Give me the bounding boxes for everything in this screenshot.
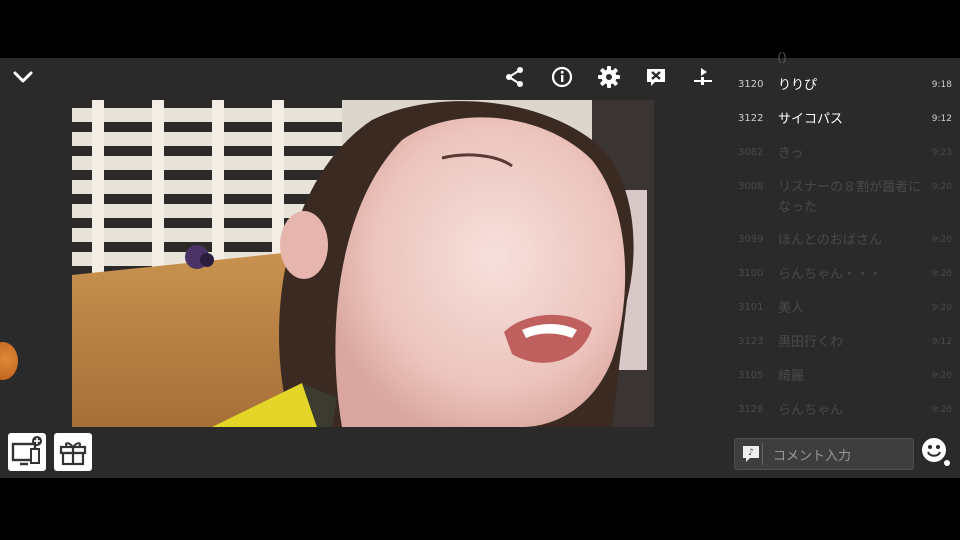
share-button[interactable] bbox=[500, 62, 530, 92]
comment-row: 3100 らんちゃん・・・ 9:20 bbox=[730, 265, 952, 285]
playback-control-button[interactable] bbox=[688, 62, 718, 92]
comment-time: 9:23 bbox=[931, 148, 952, 158]
comment-text: ほんとのおばさん bbox=[778, 233, 882, 248]
comment-row: 3120 りりぴ 9:18 bbox=[730, 76, 952, 96]
comment-row: 3101 美人 9:20 bbox=[730, 299, 952, 319]
comment-time: 9:20 bbox=[931, 182, 952, 192]
screen-add-icon bbox=[11, 436, 42, 466]
play-slider-icon bbox=[694, 68, 712, 85]
letterbox-bottom bbox=[0, 478, 960, 540]
comment-bubble-icon: ♪ bbox=[740, 443, 763, 465]
hide-comments-button[interactable] bbox=[641, 62, 671, 92]
comment-time: 9:20 bbox=[931, 235, 952, 245]
comment-number: 3082 bbox=[738, 147, 764, 158]
comment-text: らんちゃん・・・ bbox=[778, 267, 883, 282]
comment-time: 9:20 bbox=[931, 371, 952, 381]
info-button[interactable] bbox=[547, 62, 577, 92]
letterbox-top bbox=[0, 0, 960, 58]
video-image bbox=[72, 100, 654, 427]
comment-text: 美人 bbox=[778, 301, 805, 316]
comment-number: 3123 bbox=[738, 336, 764, 347]
comment-text: 黒田行くわ bbox=[778, 335, 844, 350]
comment-text: サイコパス bbox=[778, 112, 844, 127]
comment-row: 3128 らんちゃん 9:20 bbox=[730, 401, 952, 421]
info-icon bbox=[551, 66, 573, 88]
comment-number: 3128 bbox=[738, 404, 764, 415]
comment-number: 3100 bbox=[738, 268, 764, 279]
comment-input-placeholder: コメント入力 bbox=[773, 449, 852, 464]
comment-text: リスナーの８割が醤者になった bbox=[778, 180, 922, 215]
chevron-down-icon bbox=[13, 71, 33, 83]
comment-row: 3082 きっ 9:23 bbox=[730, 144, 952, 164]
comment-time: 9:20 bbox=[931, 405, 952, 415]
comment-text: 綺麗 bbox=[778, 369, 805, 384]
settings-button[interactable] bbox=[594, 62, 624, 92]
player-toolbar bbox=[500, 62, 720, 92]
video-frame[interactable] bbox=[72, 100, 654, 427]
emoji-button[interactable] bbox=[920, 436, 950, 468]
svg-text:♪: ♪ bbox=[748, 448, 754, 458]
comment-list[interactable]: 3120 りりぴ 9:18 3122 サイコパス 9:12 3082 きっ 9:… bbox=[730, 58, 960, 428]
gear-icon bbox=[598, 66, 620, 88]
comment-number: 3099 bbox=[738, 234, 764, 245]
comment-row: 3122 サイコパス 9:12 bbox=[730, 110, 952, 130]
comment-text: りりぴ bbox=[778, 78, 818, 93]
comment-number: 3120 bbox=[738, 79, 764, 90]
comment-time: 9:18 bbox=[931, 80, 952, 90]
comment-number: 3105 bbox=[738, 370, 764, 381]
comment-number: 3101 bbox=[738, 302, 764, 313]
collapse-button[interactable] bbox=[10, 64, 36, 90]
floating-orb[interactable] bbox=[0, 342, 18, 380]
comment-row: 3105 綺麗 9:20 bbox=[730, 367, 952, 387]
comment-input[interactable]: ♪ コメント入力 bbox=[734, 438, 914, 470]
comment-number: 3122 bbox=[738, 113, 764, 124]
comment-row: 3008 リスナーの８割が醤者になった 9:20 bbox=[730, 178, 952, 218]
close-box-icon bbox=[647, 69, 665, 86]
live-stream-player: （） 3120 りりぴ 9:18 3122 サイコパス 9:12 3082 きっ… bbox=[0, 51, 960, 478]
gift-icon bbox=[59, 442, 87, 466]
gift-button[interactable] bbox=[54, 433, 92, 471]
comment-time: 9:12 bbox=[931, 114, 952, 124]
comment-time: 9:20 bbox=[931, 269, 952, 279]
comment-text: らんちゃん bbox=[778, 403, 844, 418]
screen-add-button[interactable] bbox=[8, 433, 46, 471]
comment-time: 9:12 bbox=[931, 337, 952, 347]
comment-time: 9:20 bbox=[931, 303, 952, 313]
comment-text: きっ bbox=[778, 146, 804, 161]
comment-row: 3099 ほんとのおばさん 9:20 bbox=[730, 231, 952, 251]
smiley-icon bbox=[922, 438, 950, 466]
share-icon bbox=[506, 67, 523, 87]
comment-row: 3123 黒田行くわ 9:12 bbox=[730, 333, 952, 353]
comment-number: 3008 bbox=[738, 181, 764, 192]
